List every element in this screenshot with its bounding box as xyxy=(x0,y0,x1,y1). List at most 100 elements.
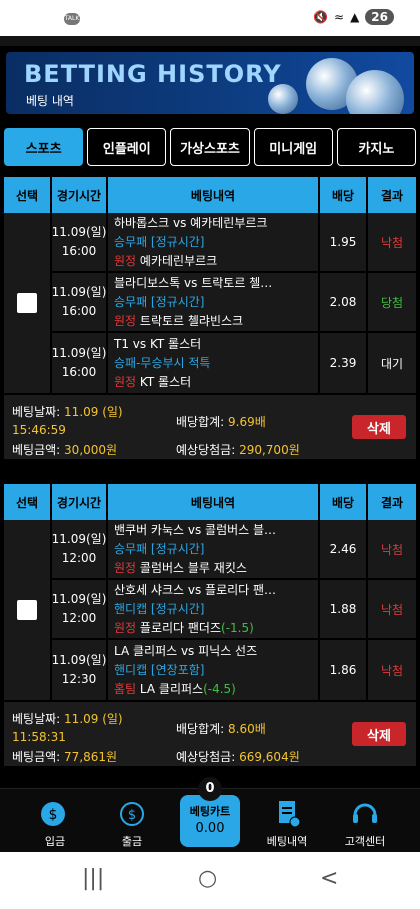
tab-inplay[interactable]: 인플레이 xyxy=(87,128,167,166)
odds-value: 2.39 xyxy=(320,333,368,393)
tab-sports[interactable]: 스포츠 xyxy=(4,128,84,166)
header-time: 경기시간 xyxy=(52,484,108,520)
odds-value: 1.86 xyxy=(320,640,368,700)
select-cell xyxy=(4,520,52,700)
match-teams: 하바롭스크 vs 예카테린부르크 xyxy=(114,215,268,230)
header-detail: 베팅내역 xyxy=(108,177,320,213)
bet-slip-1: 선택 경기시간 베팅내역 배당 결과 11.09(일) 16:00 하바롭스크 v… xyxy=(4,177,416,459)
select-checkbox[interactable] xyxy=(17,293,37,313)
coin-icon xyxy=(346,70,404,114)
cart-count-badge: 0 xyxy=(198,777,222,801)
match-time: 12:30 xyxy=(61,672,97,686)
match-time: 12:00 xyxy=(61,611,97,625)
nav-betting-history-label: 베팅내역 xyxy=(266,835,308,848)
pick-label: 원정 xyxy=(114,313,137,328)
total-odds-label: 배당합계: xyxy=(176,722,225,736)
tab-minigame[interactable]: 미니게임 xyxy=(253,128,333,166)
table-header: 선택 경기시간 베팅내역 배당 결과 xyxy=(4,177,416,213)
table-row: 11.09(일) 16:00 T1 vs KT 롤스터 승패-무승부시 적특 원정… xyxy=(52,333,416,393)
match-teams: T1 vs KT 롤스터 xyxy=(114,336,202,351)
status-icons: 🔇 ≈ ▲ 26 xyxy=(313,9,394,25)
recent-apps-icon[interactable]: ||| xyxy=(82,866,104,891)
match-date: 11.09(일) xyxy=(51,285,107,299)
result-status: 낙첨 xyxy=(380,235,404,250)
mute-icon: 🔇 xyxy=(313,10,328,24)
coin-deposit-icon: $ xyxy=(38,799,72,829)
coin-icon xyxy=(268,84,298,114)
select-cell xyxy=(4,213,52,393)
pick-team: 플로리다 팬더즈 xyxy=(139,620,222,635)
expected-win-label: 예상당첨금: xyxy=(176,750,236,764)
svg-text:$: $ xyxy=(128,808,136,823)
pick-team: KT 롤스터 xyxy=(139,374,192,389)
market-type: 승무패 [정규시간] xyxy=(114,234,205,249)
nav-withdraw-label: 출금 xyxy=(121,835,143,848)
svg-text:$: $ xyxy=(49,807,58,823)
bet-date: 11.09 (일) xyxy=(64,405,123,419)
match-date: 11.09(일) xyxy=(51,225,107,239)
total-odds: 9.69배 xyxy=(228,415,266,429)
result-status: 낙첨 xyxy=(380,602,404,617)
pick-team: 예카테린부르크 xyxy=(139,253,218,268)
headset-icon xyxy=(348,799,382,829)
header-select: 선택 xyxy=(4,484,52,520)
battery-badge: 26 xyxy=(365,9,394,25)
odds-value: 1.88 xyxy=(320,580,368,638)
market-type: 핸디캡 [정규시간] xyxy=(114,601,205,616)
delete-button[interactable]: 삭제 xyxy=(352,722,406,746)
header-result: 결과 xyxy=(380,495,404,510)
betting-cart-button[interactable]: 0 베팅카트 0.00 xyxy=(180,777,240,847)
coin-withdraw-icon: $ xyxy=(115,799,149,829)
handicap-value: (-4.5) xyxy=(203,681,236,696)
table-row: 11.09(일) 12:30 LA 클리퍼스 vs 피닉스 선즈 핸디캡 [연장포… xyxy=(52,640,416,700)
handicap-value: (-1.5) xyxy=(221,620,254,635)
result-status: 낙첨 xyxy=(380,663,404,678)
nav-betting-history[interactable]: 베팅내역 xyxy=(252,799,322,849)
bet-time: 11:58:31 xyxy=(12,730,66,744)
tab-virtual-sports[interactable]: 가상스포츠 xyxy=(170,128,250,166)
banner-title: BETTING HISTORY xyxy=(24,60,282,88)
market-type: 승패-무승부시 적특 xyxy=(114,355,211,370)
select-checkbox[interactable] xyxy=(17,600,37,620)
match-date: 11.09(일) xyxy=(51,592,107,606)
tab-casino[interactable]: 카지노 xyxy=(336,128,417,166)
total-odds-label: 배당합계: xyxy=(176,415,225,429)
nav-customer-center[interactable]: 고객센터 xyxy=(330,799,400,849)
nav-customer-center-label: 고객센터 xyxy=(344,835,386,848)
bet-time: 15:46:59 xyxy=(12,423,66,437)
match-time: 16:00 xyxy=(61,365,97,379)
bet-rows: 11.09(일) 16:00 하바롭스크 vs 예카테린부르크 승무패 [정규시간… xyxy=(4,213,416,393)
match-teams: 밴쿠버 카눅스 vs 콜럼버스 블… xyxy=(114,522,277,537)
table-row: 11.09(일) 12:00 밴쿠버 카눅스 vs 콜럼버스 블… 승무패 [정규… xyxy=(52,520,416,580)
nav-withdraw[interactable]: $ 출금 xyxy=(97,799,167,849)
result-status: 낙첨 xyxy=(380,542,404,557)
header-time: 경기시간 xyxy=(52,177,108,213)
betting-history-banner: BETTING HISTORY 베팅 내역 xyxy=(6,52,414,114)
bet-amount-label: 베팅금액: xyxy=(12,443,61,457)
system-navigation-bar: ||| ○ < xyxy=(0,852,420,909)
match-date: 11.09(일) xyxy=(51,653,107,667)
bet-date: 11.09 (일) xyxy=(64,712,123,726)
header-odds: 배당 xyxy=(320,177,368,213)
pick-team: 콜럼버스 블루 재킷스 xyxy=(139,560,247,575)
bet-amount: 77,861원 xyxy=(64,750,118,764)
bet-date-label: 베팅날짜: xyxy=(12,712,61,726)
pick-team: LA 클리퍼스 xyxy=(139,681,204,696)
table-row: 11.09(일) 16:00 하바롭스크 vs 예카테린부르크 승무패 [정규시간… xyxy=(52,213,416,273)
result-status: 당첨 xyxy=(380,295,404,310)
home-icon[interactable]: ○ xyxy=(198,866,217,891)
banner-subtitle: 베팅 내역 xyxy=(26,94,74,108)
pick-label: 원정 xyxy=(114,374,137,389)
delete-button[interactable]: 삭제 xyxy=(352,415,406,439)
talk-notification-icon: TALK xyxy=(64,13,80,25)
category-tabs: 스포츠 인플레이 가상스포츠 미니게임 카지노 xyxy=(4,128,417,166)
market-type: 승무패 [정규시간] xyxy=(114,541,205,556)
nav-deposit-label: 입금 xyxy=(44,835,66,848)
odds-value: 2.08 xyxy=(320,273,368,331)
market-type: 핸디캡 [연장포함] xyxy=(114,662,205,677)
bet-summary: 베팅날짜: 11.09 (일) 11:58:31 베팅금액: 77,861원 배… xyxy=(4,702,416,766)
nav-deposit[interactable]: $ 입금 xyxy=(20,799,90,849)
header-result: 결과 xyxy=(380,188,404,203)
header-odds: 배당 xyxy=(320,484,368,520)
back-icon[interactable]: < xyxy=(320,866,338,891)
